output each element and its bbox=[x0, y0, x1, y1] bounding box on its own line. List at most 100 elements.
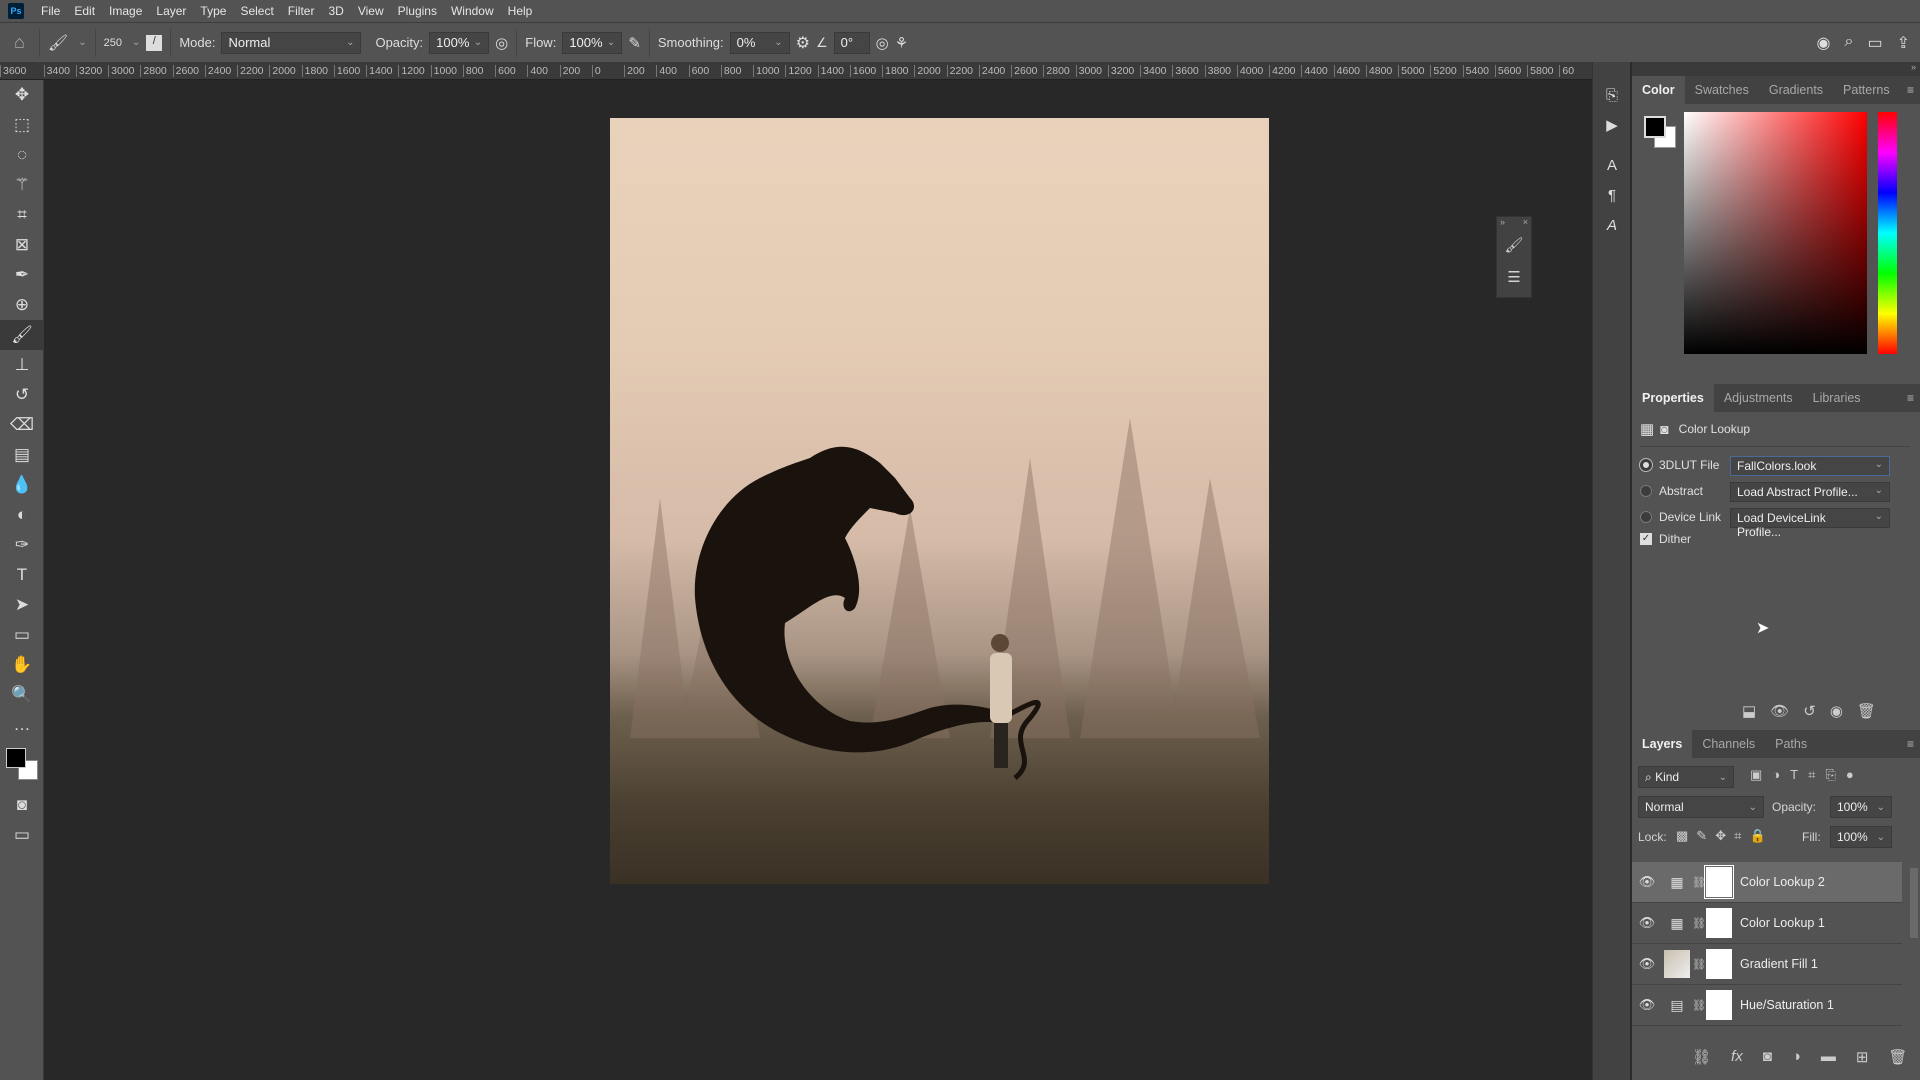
layer-row[interactable]: 👁 ▦ ⛓ Color Lookup 1 bbox=[1632, 903, 1902, 944]
blend-mode-select[interactable]: Normal ⌄ bbox=[1638, 796, 1764, 818]
brush-preset-picker[interactable]: 250 ⌄ / bbox=[96, 28, 172, 57]
visibility-eye-icon[interactable]: 👁 bbox=[1632, 997, 1662, 1013]
filter-type-icon[interactable]: T bbox=[1790, 767, 1798, 783]
crop-tool[interactable]: ⌗ bbox=[0, 200, 44, 230]
lock-all-icon[interactable]: 🔒 bbox=[1749, 828, 1765, 844]
new-layer-icon[interactable]: ⊞ bbox=[1856, 1048, 1869, 1066]
tab-libraries[interactable]: Libraries bbox=[1803, 384, 1871, 412]
pressure-opacity-icon[interactable]: ◎ bbox=[495, 34, 508, 52]
move-tool[interactable]: ✥ bbox=[0, 80, 44, 110]
tab-color[interactable]: Color bbox=[1632, 76, 1685, 104]
tab-swatches[interactable]: Swatches bbox=[1685, 76, 1759, 104]
brush-tool[interactable]: 🖌 bbox=[0, 320, 44, 350]
zoom-tool[interactable]: 🔍 bbox=[0, 680, 44, 710]
dodge-tool[interactable]: ◐ bbox=[0, 500, 44, 530]
lasso-tool[interactable]: ◌ bbox=[0, 140, 44, 170]
panel-menu-icon[interactable]: ≡ bbox=[1907, 737, 1914, 751]
type-tool[interactable]: T bbox=[0, 560, 44, 590]
panel-collapse-icon[interactable]: » bbox=[1632, 62, 1920, 76]
glyphs-icon[interactable]: A bbox=[1593, 210, 1631, 240]
adjustment-grid-icon[interactable]: ▦ bbox=[1640, 420, 1654, 438]
visibility-eye-icon[interactable]: 👁 bbox=[1632, 874, 1662, 890]
hand-tool[interactable]: ✋ bbox=[0, 650, 44, 680]
menu-help[interactable]: Help bbox=[501, 4, 540, 18]
radio-3dlut[interactable] bbox=[1640, 459, 1652, 471]
frame-tool[interactable]: ⊠ bbox=[0, 230, 44, 260]
radio-abstract[interactable] bbox=[1640, 485, 1652, 497]
delete-layer-icon[interactable]: 🗑 bbox=[1888, 1048, 1907, 1066]
gradient-tool[interactable]: ▤ bbox=[0, 440, 44, 470]
menu-3d[interactable]: 3D bbox=[321, 4, 350, 18]
menu-file[interactable]: File bbox=[34, 4, 67, 18]
share-user-icon[interactable]: ◉ bbox=[1817, 33, 1831, 53]
tab-channels[interactable]: Channels bbox=[1692, 730, 1765, 758]
dither-checkbox[interactable]: ✓ Dither bbox=[1640, 532, 1691, 546]
delete-icon[interactable]: 🗑 bbox=[1857, 702, 1876, 720]
option-abstract[interactable]: Abstract bbox=[1640, 484, 1703, 498]
close-icon[interactable]: × bbox=[1523, 217, 1528, 229]
layer-row[interactable]: 👁 ▦ ⛓ Color Lookup 2 bbox=[1632, 862, 1902, 903]
tab-paths[interactable]: Paths bbox=[1765, 730, 1817, 758]
blur-tool[interactable]: 💧 bbox=[0, 470, 44, 500]
menu-view[interactable]: View bbox=[351, 4, 391, 18]
opacity-field[interactable]: 100% ⌄ bbox=[429, 31, 490, 54]
menu-image[interactable]: Image bbox=[102, 4, 149, 18]
layer-filter-kind[interactable]: ⌕ Kind ⌄ bbox=[1638, 766, 1734, 788]
fill-field[interactable]: 100% ⌄ bbox=[1830, 826, 1892, 848]
new-adjustment-layer-icon[interactable]: ◑ bbox=[1792, 1048, 1801, 1066]
angle-field[interactable]: 0° bbox=[833, 31, 870, 54]
visibility-icon[interactable]: ◉ bbox=[1830, 702, 1843, 720]
option-3dlut[interactable]: 3DLUT File bbox=[1640, 458, 1719, 472]
menu-type[interactable]: Type bbox=[193, 4, 233, 18]
tab-layers[interactable]: Layers bbox=[1632, 730, 1693, 758]
layer-mask-thumbnail[interactable] bbox=[1704, 865, 1734, 899]
share-icon[interactable]: ⇪ bbox=[1897, 33, 1910, 53]
brush-settings-panel-icon[interactable]: 🖌 bbox=[1497, 229, 1531, 261]
home-button[interactable]: ⌂ bbox=[0, 28, 40, 57]
smoothing-field[interactable]: 0% ⌄ bbox=[729, 31, 790, 54]
new-group-icon[interactable]: ▬ bbox=[1821, 1048, 1836, 1066]
adjustments-icon[interactable]: ☰ bbox=[1497, 261, 1531, 293]
menu-edit[interactable]: Edit bbox=[67, 4, 102, 18]
history-icon[interactable]: ⎘ bbox=[1593, 80, 1631, 110]
rectangle-tool[interactable]: ▭ bbox=[0, 620, 44, 650]
color-field[interactable] bbox=[1684, 112, 1867, 354]
hue-slider[interactable] bbox=[1878, 112, 1897, 354]
filter-toggle-icon[interactable]: ● bbox=[1846, 767, 1854, 783]
quick-mask-button[interactable]: ◙ bbox=[0, 790, 44, 820]
character-icon[interactable]: A bbox=[1593, 150, 1631, 180]
actions-play-icon[interactable]: ▶ bbox=[1593, 110, 1631, 140]
smoothing-gear-icon[interactable]: ⚙ bbox=[796, 33, 810, 53]
workspace-icon[interactable]: ▭ bbox=[1867, 33, 1882, 53]
checkbox-checked-icon[interactable]: ✓ bbox=[1640, 533, 1652, 545]
airbrush-icon[interactable]: ✎ bbox=[628, 34, 641, 52]
path-selection-tool[interactable]: ➤ bbox=[0, 590, 44, 620]
more-tools[interactable]: … bbox=[0, 710, 44, 740]
paragraph-icon[interactable]: ¶ bbox=[1593, 180, 1631, 210]
brush-settings-icon[interactable]: / bbox=[146, 34, 163, 51]
flow-field[interactable]: 100% ⌄ bbox=[562, 31, 623, 54]
search-icon[interactable]: ⌕ bbox=[1845, 33, 1854, 53]
eyedropper-tool[interactable]: ✒ bbox=[0, 260, 44, 290]
layer-row[interactable]: 👁 ⛓ Gradient Fill 1 bbox=[1632, 944, 1902, 985]
foreground-color-chip[interactable] bbox=[1644, 116, 1666, 138]
menu-plugins[interactable]: Plugins bbox=[391, 4, 444, 18]
tool-preset-picker[interactable]: 🖌 ⌄ bbox=[40, 28, 96, 57]
menu-filter[interactable]: Filter bbox=[281, 4, 322, 18]
tab-gradients[interactable]: Gradients bbox=[1759, 76, 1833, 104]
filter-pixel-icon[interactable]: ▣ bbox=[1750, 767, 1762, 783]
magic-wand-tool[interactable]: ⚚ bbox=[0, 170, 44, 200]
clone-stamp-tool[interactable]: ⊥ bbox=[0, 350, 44, 380]
layer-mask-thumbnail[interactable] bbox=[1706, 990, 1732, 1020]
mode-select[interactable]: Normal ⌄ bbox=[221, 31, 362, 54]
symmetry-icon[interactable]: ⚘ bbox=[895, 34, 908, 52]
pressure-size-icon[interactable]: ◎ bbox=[876, 34, 889, 52]
add-mask-icon[interactable]: ◙ bbox=[1763, 1048, 1772, 1066]
reset-icon[interactable]: ↺ bbox=[1803, 702, 1816, 720]
device-link-select[interactable]: Load DeviceLink Profile... ⌄ bbox=[1730, 508, 1890, 539]
collapse-icon[interactable]: » bbox=[1500, 217, 1505, 229]
eraser-tool[interactable]: ⌫ bbox=[0, 410, 44, 440]
3dlut-file-select[interactable]: FallColors.look ⌄ bbox=[1730, 456, 1890, 476]
layer-opacity-field[interactable]: 100% ⌄ bbox=[1830, 796, 1892, 818]
filter-shape-icon[interactable]: ⌗ bbox=[1808, 767, 1815, 783]
